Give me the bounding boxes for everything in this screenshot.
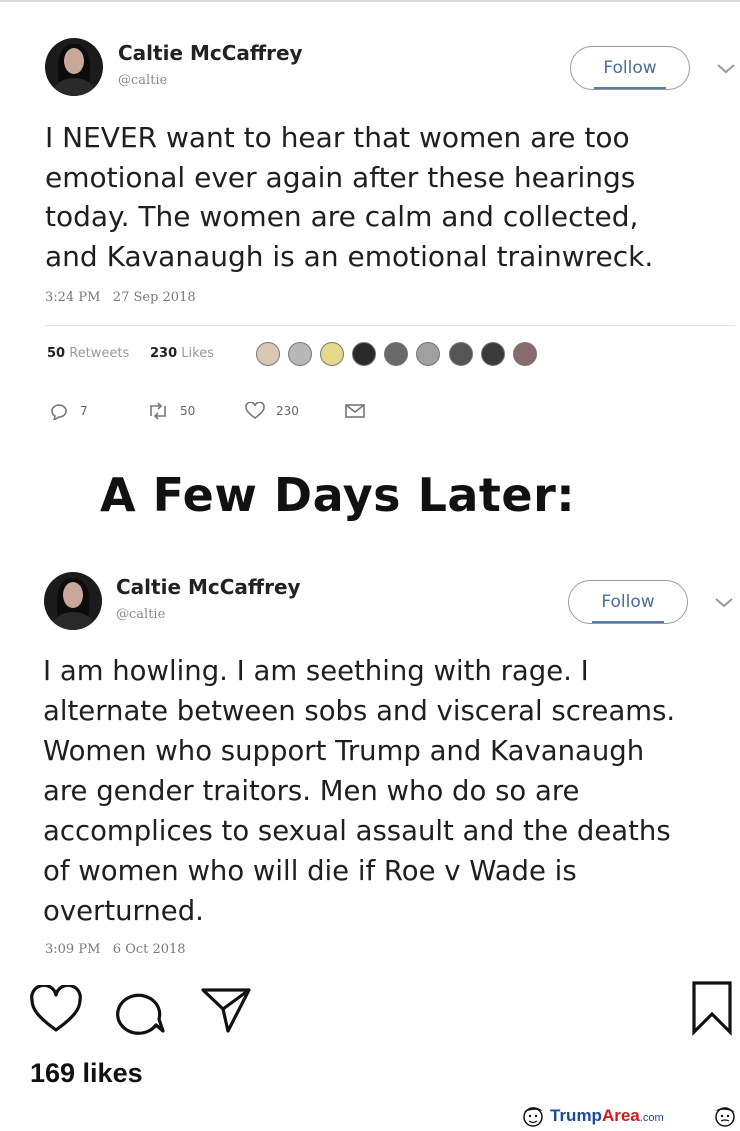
- tweet-text-line: overturned.: [43, 895, 204, 927]
- tweet-text-line: Women who support Trump and Kavanaugh: [43, 735, 645, 767]
- liker-avatars[interactable]: [256, 342, 576, 370]
- post-action-bar: [0, 965, 740, 1065]
- liker-avatar: [416, 342, 441, 366]
- tweet-text-line: accomplices to sexual assault and the de…: [43, 815, 671, 847]
- heart-icon[interactable]: [28, 985, 84, 1035]
- bookmark-icon[interactable]: [690, 980, 734, 1036]
- reply-count: 7: [80, 404, 88, 418]
- follow-button[interactable]: Follow: [568, 580, 688, 624]
- follow-underline: [592, 621, 664, 623]
- retweet-stats[interactable]: 50 Retweets: [47, 346, 129, 361]
- liker-avatar: [288, 342, 313, 366]
- chevron-down-icon[interactable]: [713, 596, 735, 610]
- retweet-action[interactable]: 50: [146, 402, 195, 420]
- retweet-icon: [150, 402, 166, 420]
- likes-count-text[interactable]: 169 likes: [30, 1058, 143, 1089]
- follow-label: Follow: [601, 592, 655, 612]
- tweet-text-line: alternate between sobs and visceral scre…: [43, 695, 676, 727]
- watermark-area: Area: [601, 1106, 640, 1125]
- like-count: 230: [276, 404, 299, 418]
- tweet-text-line: today. The women are calm and collected,: [45, 200, 639, 233]
- tweet-1: Caltie McCaffrey @caltie Follow I NEVER …: [0, 0, 740, 440]
- tweet-text-line: of women who will die if Roe v Wade is: [43, 855, 577, 887]
- follow-button[interactable]: Follow: [570, 46, 690, 90]
- author-name[interactable]: Caltie McCaffrey: [118, 41, 303, 65]
- tweet-text: I NEVER want to hear that women are too …: [45, 118, 725, 276]
- author-handle: @caltie: [116, 607, 166, 622]
- reply-icon: [51, 404, 67, 420]
- comment-icon[interactable]: [112, 985, 168, 1037]
- avatar[interactable]: [44, 572, 102, 630]
- retweets-count: 50: [47, 346, 66, 361]
- tweet-text-line: I am howling. I am seething with rage. I: [43, 655, 589, 687]
- watermark-dotcom: .com: [639, 1112, 664, 1124]
- liker-avatar: [384, 342, 409, 366]
- tweet-time: 3:09 PM: [45, 942, 101, 957]
- message-action[interactable]: [344, 402, 366, 420]
- tweet-text: I am howling. I am seething with rage. I…: [43, 651, 733, 931]
- tweet-time: 3:24 PM: [45, 290, 101, 305]
- author-handle: @caltie: [118, 73, 168, 88]
- reply-action[interactable]: 7: [48, 402, 88, 420]
- headline: A Few Days Later:: [100, 468, 576, 522]
- tweet-date: 27 Sep 2018: [112, 290, 196, 305]
- watermark-trump: Trump: [550, 1106, 602, 1125]
- retweets-label: Retweets: [69, 346, 130, 361]
- liker-avatar: [448, 342, 473, 366]
- like-stats[interactable]: 230 Likes: [150, 346, 214, 361]
- timestamp: 3:09 PM 6 Oct 2018: [45, 942, 186, 957]
- liker-avatar: [480, 342, 505, 366]
- cartoon-head-icon: [523, 1107, 543, 1127]
- liker-avatar: [256, 342, 280, 366]
- like-action[interactable]: 230: [244, 402, 299, 420]
- chevron-down-icon[interactable]: [715, 62, 737, 76]
- tweet-text-line: are gender traitors. Men who do so are: [43, 775, 580, 807]
- cartoon-head-icon: [715, 1107, 735, 1127]
- timestamp: 3:24 PM 27 Sep 2018: [45, 290, 196, 305]
- retweet-count: 50: [180, 404, 196, 418]
- tweet-text-line: and Kavanaugh is an emotional trainwreck…: [45, 239, 654, 273]
- tweet-date: 6 Oct 2018: [112, 942, 186, 957]
- avatar[interactable]: [45, 38, 103, 96]
- likes-label: Likes: [181, 346, 214, 361]
- tweet-2: Caltie McCaffrey @caltie Follow I am how…: [0, 555, 740, 965]
- envelope-icon: [345, 404, 365, 418]
- liker-avatar: [512, 342, 537, 366]
- tweet-text-line: I NEVER want to hear that women are too: [45, 121, 630, 154]
- liker-avatar: [352, 342, 377, 366]
- author-name[interactable]: Caltie McCaffrey: [116, 575, 301, 599]
- watermark: TrumpArea.com: [520, 1103, 740, 1131]
- follow-label: Follow: [603, 58, 657, 78]
- divider: [45, 325, 735, 326]
- tweet-text-line: emotional ever again after these hearing…: [45, 160, 636, 194]
- liker-avatar: [320, 342, 345, 366]
- watermark-text: TrumpArea.com: [550, 1106, 664, 1126]
- heart-outline-icon: [245, 402, 265, 419]
- paper-plane-icon[interactable]: [198, 985, 254, 1035]
- likes-count: 230: [150, 346, 178, 361]
- follow-underline: [594, 87, 666, 89]
